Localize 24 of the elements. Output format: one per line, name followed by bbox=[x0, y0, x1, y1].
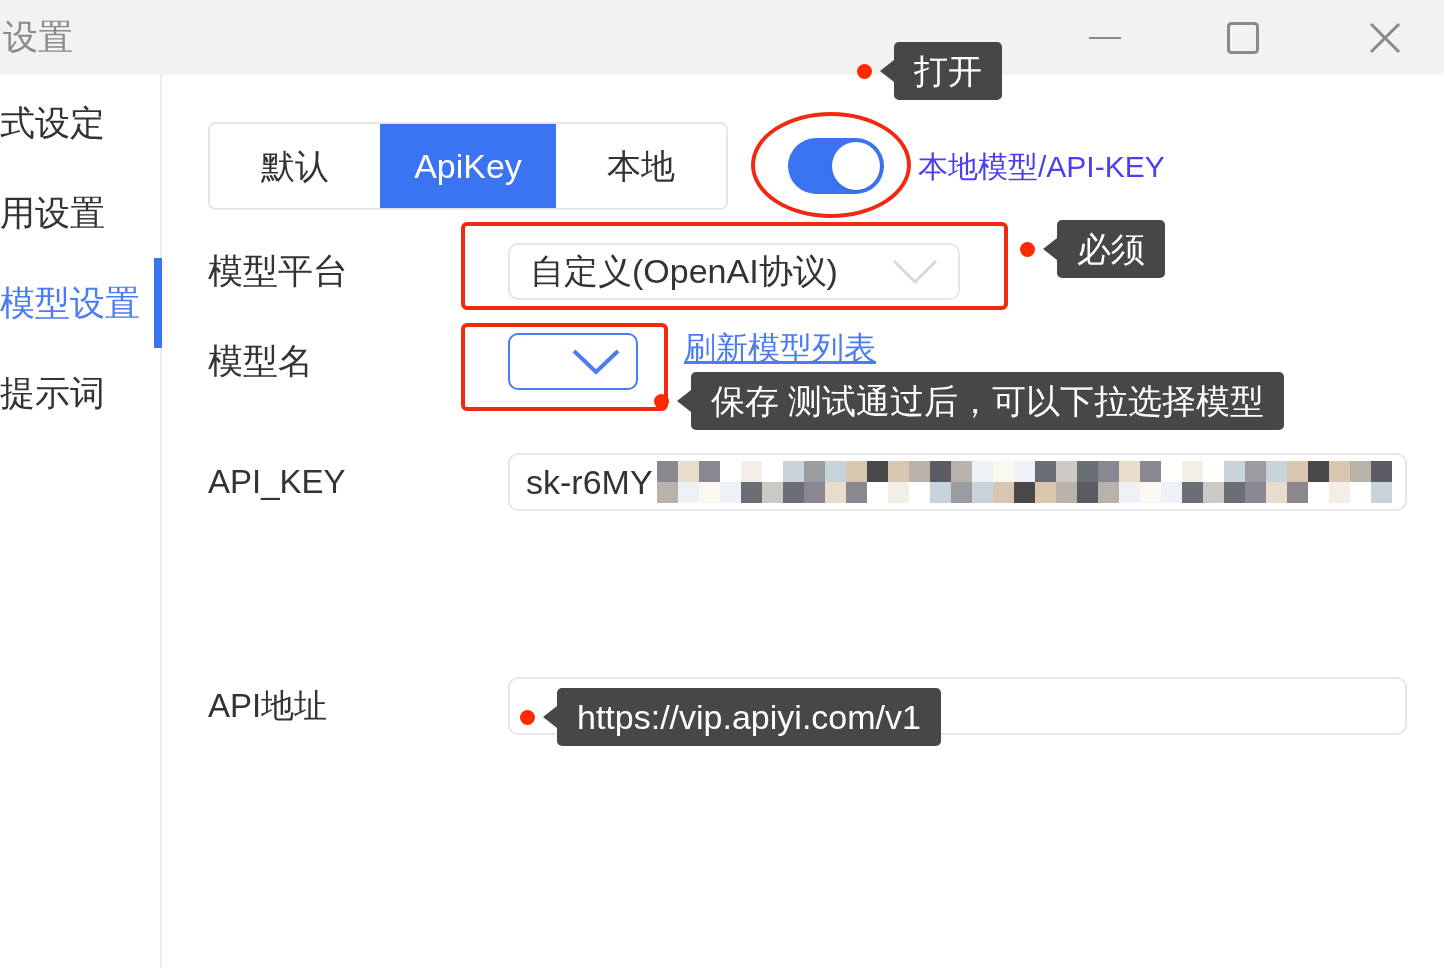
refresh-link[interactable]: 刷新模型列表 bbox=[684, 329, 876, 367]
tooltip-pointer bbox=[543, 706, 557, 728]
sidebar-item[interactable]: 模型设置 bbox=[0, 258, 162, 348]
tooltip-pointer bbox=[677, 390, 691, 412]
sidebar-item[interactable]: 提示词 bbox=[0, 348, 160, 438]
field-label: API地址 bbox=[208, 686, 329, 727]
platform-select[interactable]: 自定义(OpenAI协议) bbox=[508, 243, 960, 300]
tooltip-pointer bbox=[880, 60, 894, 82]
chevron-down-icon bbox=[892, 258, 938, 285]
sidebar-item[interactable]: 用设置 bbox=[0, 168, 160, 258]
field-label: 模型名 bbox=[208, 340, 314, 383]
close-icon[interactable] bbox=[1369, 21, 1401, 54]
mode-tab[interactable]: ApiKey bbox=[380, 124, 556, 208]
tooltip-pointer bbox=[1043, 238, 1057, 260]
maximize-icon[interactable] bbox=[1227, 21, 1259, 54]
toggle-switch[interactable] bbox=[788, 138, 884, 194]
toggle-label: 本地模型/API-KEY bbox=[918, 148, 1165, 185]
field-label: API_KEY bbox=[208, 462, 347, 503]
window-title: 设置 bbox=[2, 16, 73, 59]
field-label: 模型平台 bbox=[208, 250, 349, 293]
chevron-down-icon bbox=[572, 348, 620, 375]
model-select[interactable] bbox=[508, 333, 638, 390]
api-key-field[interactable]: sk-r6MY bbox=[508, 453, 1407, 511]
sidebar-item[interactable]: 式设定 bbox=[0, 78, 160, 168]
